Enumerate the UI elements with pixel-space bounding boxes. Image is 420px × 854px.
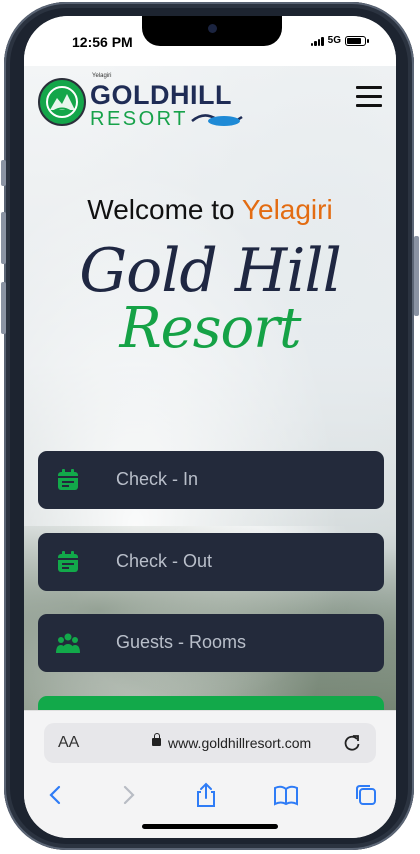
tabs-icon[interactable] [352,781,380,809]
phone-volume-up [1,212,6,264]
signal-icon [310,36,324,46]
hamburger-menu-icon[interactable] [356,86,382,108]
guests-rooms-label: Guests - Rooms [116,632,247,652]
check-in-field[interactable]: Check - In [38,451,384,509]
phone-side-button [1,160,6,186]
logo-wave-icon [191,114,243,126]
battery-icon [345,35,369,46]
guests-icon [56,633,80,653]
network-label: 5G [327,35,341,46]
share-icon[interactable] [192,781,220,809]
calendar-icon [58,551,78,572]
address-bar[interactable]: AA www.goldhillresort.com [44,723,376,763]
lock-icon [152,733,161,746]
check-out-field[interactable]: Check - Out [38,533,384,591]
text-size-button[interactable]: AA [58,734,79,752]
safari-browser-bar: AA www.goldhillresort.com [24,710,396,838]
phone-power-button [414,236,419,316]
logo-small-text: Yelagiri [92,73,112,79]
safari-toolbar [24,777,396,817]
hero-section: Yelagiri GOLDHILL RESORT Welcome to Yela… [24,66,396,746]
home-indicator [142,824,278,829]
calendar-icon [58,469,78,490]
welcome-accent: Yelagiri [241,194,333,225]
url-text: www.goldhillresort.com [168,735,312,751]
logo-subtitle: RESORT [90,108,188,130]
site-logo[interactable]: Yelagiri GOLDHILL RESORT [38,73,244,129]
notch [142,16,282,46]
back-icon[interactable] [42,781,70,809]
guests-rooms-field[interactable]: Guests - Rooms [38,614,384,672]
logo-subtitle-row: RESORT [90,109,244,129]
camera-icon [208,24,217,33]
status-time: 12:56 PM [72,34,133,50]
brand-title-line2: Resort [119,296,301,361]
check-in-label: Check - In [116,469,199,489]
welcome-heading: Welcome to Yelagiri [24,194,396,226]
status-indicators: 5G [310,35,369,46]
logo-emblem-icon [38,78,86,126]
logo-wordmark: Yelagiri GOLDHILL RESORT [90,73,244,129]
reload-icon[interactable] [342,733,362,753]
welcome-prefix: Welcome to [87,194,242,225]
phone-volume-down [1,282,6,334]
check-out-label: Check - Out [116,551,213,571]
bookmarks-icon[interactable] [272,781,300,809]
phone-screen: 12:56 PM 5G Yelagiri GOLDHILL RESORT Wel… [24,16,396,838]
logo-title: GOLDHILL [90,80,232,110]
forward-icon[interactable] [114,781,142,809]
